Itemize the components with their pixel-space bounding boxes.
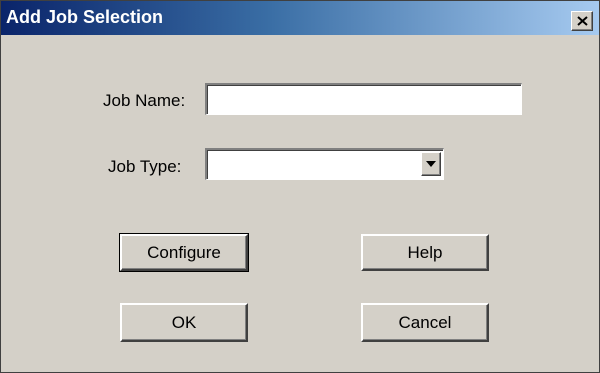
configure-button[interactable]: Configure	[119, 233, 249, 272]
title-bar[interactable]: Add Job Selection	[1, 1, 599, 35]
job-name-input[interactable]	[205, 83, 522, 115]
job-name-label: Job Name:	[103, 91, 186, 110]
close-button[interactable]	[571, 11, 593, 31]
job-type-select[interactable]	[205, 148, 444, 180]
window-title: Add Job Selection	[6, 7, 164, 27]
help-button[interactable]: Help	[361, 234, 489, 271]
close-icon	[576, 16, 588, 26]
job-type-label: Job Type:	[108, 157, 182, 176]
chevron-down-icon	[426, 161, 436, 167]
add-job-selection-dialog: Add Job Selection Job Name: Job Type: Co…	[0, 0, 600, 373]
cancel-button[interactable]: Cancel	[361, 303, 489, 342]
dropdown-button[interactable]	[421, 152, 441, 176]
ok-button[interactable]: OK	[120, 303, 248, 342]
